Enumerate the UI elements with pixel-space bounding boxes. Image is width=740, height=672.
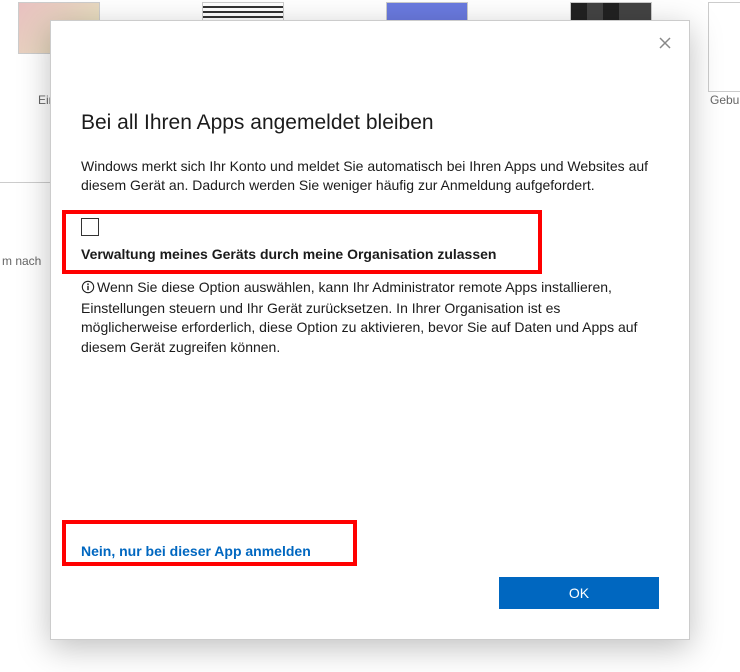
info-text-block: Wenn Sie diese Option auswählen, kann Ih… xyxy=(81,278,659,357)
info-icon xyxy=(81,280,95,299)
dialog-content: Bei all Ihren Apps angemeldet bleiben Wi… xyxy=(81,111,659,357)
signin-dialog: Bei all Ihren Apps angemeldet bleiben Wi… xyxy=(50,20,690,640)
only-this-app-link[interactable]: Nein, nur bei dieser App anmelden xyxy=(81,543,311,559)
sidebar-text: m nach xyxy=(2,254,41,268)
org-management-label: Verwaltung meines Geräts durch meine Org… xyxy=(81,246,659,262)
ok-button[interactable]: OK xyxy=(499,577,659,609)
dialog-body: Windows merkt sich Ihr Konto und meldet … xyxy=(81,157,659,196)
close-button[interactable] xyxy=(655,35,675,55)
close-icon xyxy=(659,36,671,54)
template-caption: Geburts xyxy=(710,93,740,107)
dialog-title: Bei all Ihren Apps angemeldet bleiben xyxy=(81,111,659,135)
template-thumbnail xyxy=(708,2,740,92)
org-management-checkbox[interactable] xyxy=(81,218,99,236)
org-management-option: Verwaltung meines Geräts durch meine Org… xyxy=(81,218,659,262)
info-text: Wenn Sie diese Option auswählen, kann Ih… xyxy=(81,279,637,355)
